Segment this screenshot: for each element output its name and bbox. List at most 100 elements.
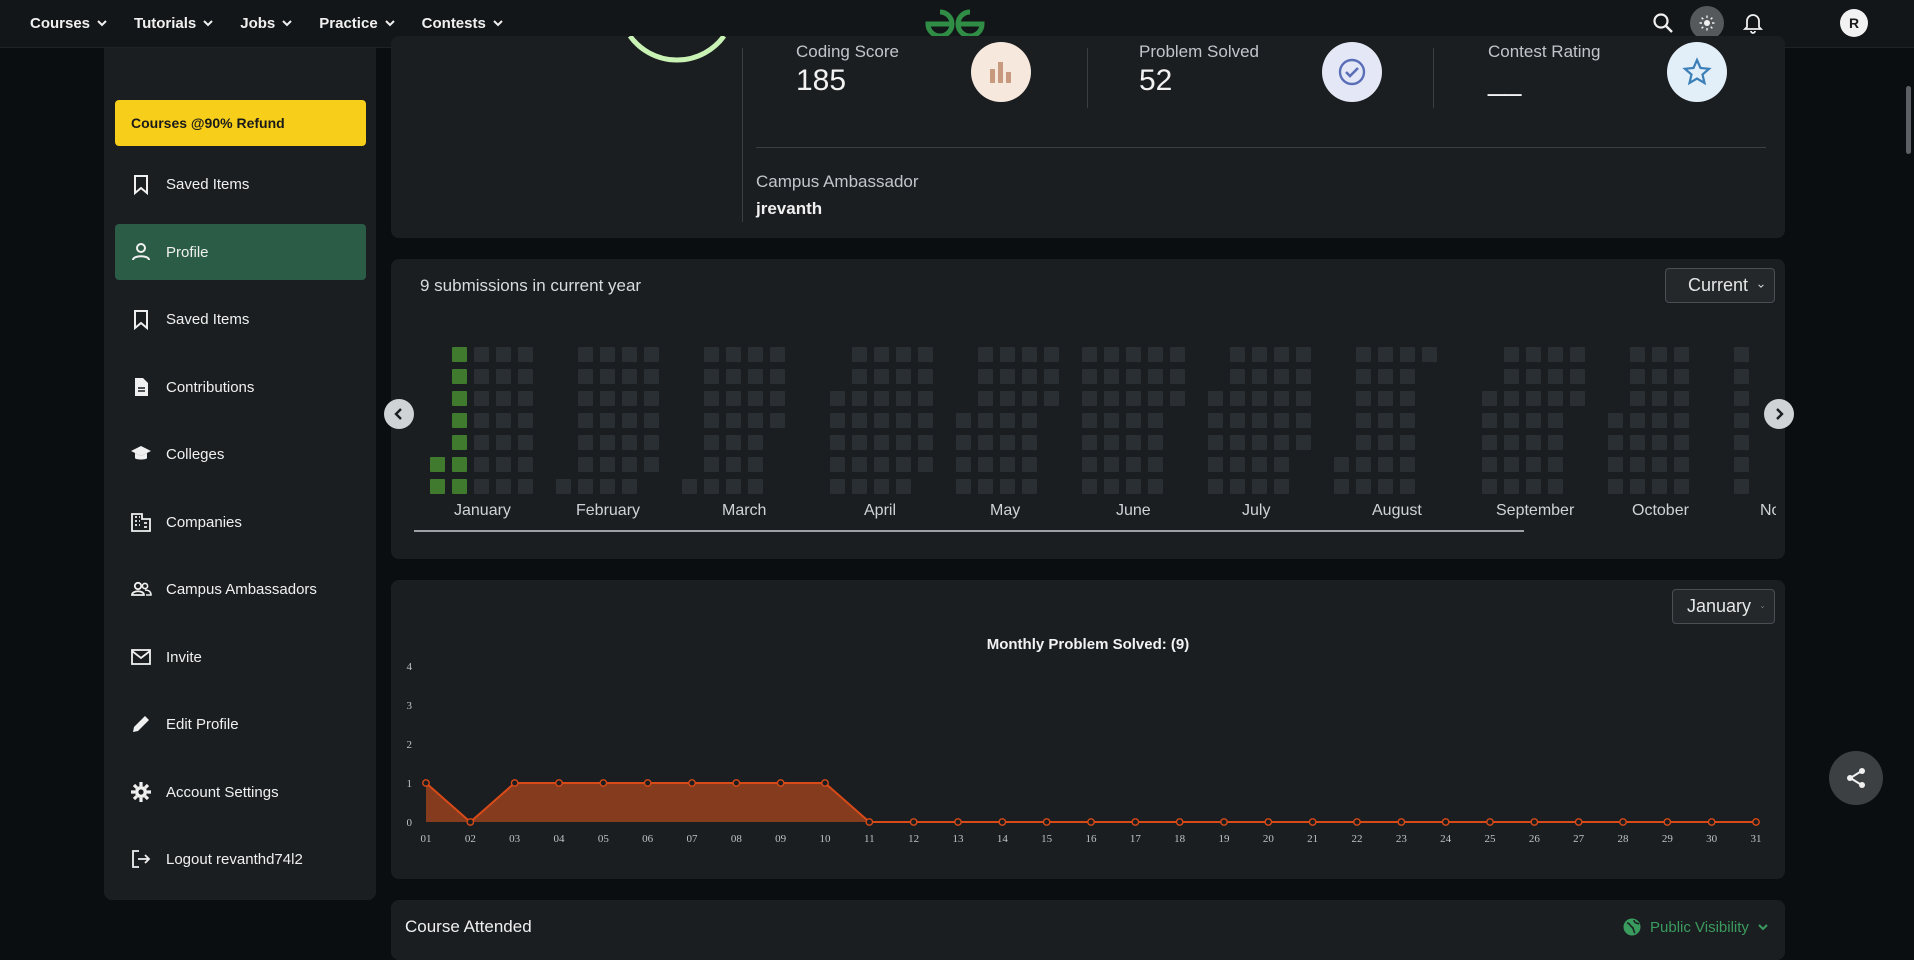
heatmap-cell[interactable] — [1356, 457, 1371, 472]
heatmap-cell[interactable] — [1570, 347, 1585, 362]
heatmap-cell[interactable] — [1608, 479, 1623, 494]
heatmap-cell[interactable] — [644, 347, 659, 362]
heatmap-cell[interactable] — [1230, 479, 1245, 494]
heatmap-cell[interactable] — [1400, 413, 1415, 428]
heatmap-cell[interactable] — [956, 435, 971, 450]
heatmap-cell[interactable] — [1652, 369, 1667, 384]
heatmap-cell[interactable] — [1548, 391, 1563, 406]
heatmap-cell[interactable] — [1296, 391, 1311, 406]
heatmap-cell[interactable] — [1104, 435, 1119, 450]
nav-tutorials[interactable]: Tutorials — [134, 15, 214, 32]
heatmap-cell[interactable] — [1734, 369, 1749, 384]
heatmap-cell[interactable] — [1504, 457, 1519, 472]
heatmap-cell[interactable] — [1630, 413, 1645, 428]
heatmap-cell[interactable] — [600, 457, 615, 472]
heatmap-cell[interactable] — [518, 369, 533, 384]
heatmap-cell[interactable] — [704, 369, 719, 384]
heatmap-cell[interactable] — [1000, 479, 1015, 494]
heatmap-cell[interactable] — [496, 369, 511, 384]
heatmap-cell[interactable] — [1296, 369, 1311, 384]
heatmap-cell[interactable] — [1378, 479, 1393, 494]
heatmap-cell[interactable] — [1608, 413, 1623, 428]
heatmap-cell[interactable] — [1734, 457, 1749, 472]
heatmap-cell[interactable] — [1608, 457, 1623, 472]
heatmap-cell[interactable] — [1570, 391, 1585, 406]
heatmap-scrollbar[interactable] — [414, 530, 1524, 532]
heatmap-cell[interactable] — [1252, 369, 1267, 384]
heatmap-cell[interactable] — [452, 457, 467, 472]
heatmap-cell[interactable] — [1022, 435, 1037, 450]
heatmap-cell[interactable] — [1674, 369, 1689, 384]
heatmap-cell[interactable] — [644, 435, 659, 450]
courses-refund-button[interactable]: Courses @90% Refund — [115, 100, 366, 146]
heatmap-cell[interactable] — [1356, 479, 1371, 494]
heatmap-cell[interactable] — [1548, 347, 1563, 362]
heatmap-cell[interactable] — [978, 347, 993, 362]
heatmap-cell[interactable] — [1148, 435, 1163, 450]
heatmap-cell[interactable] — [1356, 391, 1371, 406]
heatmap-cell[interactable] — [1504, 391, 1519, 406]
heatmap-cell[interactable] — [452, 413, 467, 428]
heatmap-cell[interactable] — [578, 347, 593, 362]
heatmap-cell[interactable] — [1126, 435, 1141, 450]
heatmap-cell[interactable] — [1104, 479, 1119, 494]
heatmap-cell[interactable] — [1126, 391, 1141, 406]
heatmap-cell[interactable] — [1104, 457, 1119, 472]
heatmap-cell[interactable] — [1082, 391, 1097, 406]
heatmap-cell[interactable] — [1126, 347, 1141, 362]
heatmap-cell[interactable] — [644, 369, 659, 384]
heatmap-cell[interactable] — [452, 369, 467, 384]
heatmap-cell[interactable] — [1274, 435, 1289, 450]
heatmap-cell[interactable] — [978, 369, 993, 384]
heatmap-cell[interactable] — [874, 369, 889, 384]
heatmap-cell[interactable] — [852, 369, 867, 384]
heatmap-cell[interactable] — [978, 413, 993, 428]
heatmap-cell[interactable] — [430, 457, 445, 472]
heatmap-cell[interactable] — [1526, 413, 1541, 428]
heatmap-cell[interactable] — [518, 413, 533, 428]
heatmap-cell[interactable] — [1208, 413, 1223, 428]
heatmap-cell[interactable] — [748, 391, 763, 406]
heatmap-cell[interactable] — [1482, 479, 1497, 494]
heatmap-cell[interactable] — [1526, 479, 1541, 494]
heatmap-cell[interactable] — [1230, 413, 1245, 428]
heatmap-cell[interactable] — [430, 479, 445, 494]
heatmap-cell[interactable] — [1208, 391, 1223, 406]
heatmap-cell[interactable] — [918, 435, 933, 450]
heatmap-cell[interactable] — [1608, 435, 1623, 450]
heatmap-cell[interactable] — [1378, 457, 1393, 472]
heatmap-cell[interactable] — [874, 391, 889, 406]
heatmap-cell[interactable] — [1104, 347, 1119, 362]
heatmap-cell[interactable] — [474, 369, 489, 384]
heatmap-cell[interactable] — [1230, 457, 1245, 472]
heatmap-cell[interactable] — [578, 391, 593, 406]
heatmap-cell[interactable] — [452, 435, 467, 450]
heatmap-cell[interactable] — [1022, 347, 1037, 362]
heatmap-cell[interactable] — [748, 479, 763, 494]
heatmap-cell[interactable] — [1356, 369, 1371, 384]
heatmap-cell[interactable] — [1630, 457, 1645, 472]
heatmap-cell[interactable] — [956, 479, 971, 494]
heatmap-cell[interactable] — [1378, 391, 1393, 406]
heatmap-cell[interactable] — [1252, 391, 1267, 406]
heatmap-cell[interactable] — [874, 347, 889, 362]
nav-contests[interactable]: Contests — [422, 15, 504, 32]
heatmap-cell[interactable] — [918, 457, 933, 472]
heatmap-cell[interactable] — [452, 347, 467, 362]
heatmap-cell[interactable] — [1652, 413, 1667, 428]
heatmap-cell[interactable] — [1674, 347, 1689, 362]
heatmap-cell[interactable] — [1208, 435, 1223, 450]
heatmap-cell[interactable] — [496, 391, 511, 406]
heatmap-cell[interactable] — [1548, 369, 1563, 384]
heatmap-cell[interactable] — [726, 479, 741, 494]
heatmap-cell[interactable] — [1504, 347, 1519, 362]
theme-toggle-icon[interactable] — [1690, 6, 1724, 40]
heatmap-cell[interactable] — [1022, 369, 1037, 384]
heatmap-cell[interactable] — [1082, 347, 1097, 362]
heatmap-cell[interactable] — [1252, 413, 1267, 428]
heatmap-cell[interactable] — [600, 347, 615, 362]
heatmap-cell[interactable] — [1400, 435, 1415, 450]
heatmap-cell[interactable] — [1378, 413, 1393, 428]
heatmap-cell[interactable] — [1674, 391, 1689, 406]
heatmap-cell[interactable] — [1208, 457, 1223, 472]
